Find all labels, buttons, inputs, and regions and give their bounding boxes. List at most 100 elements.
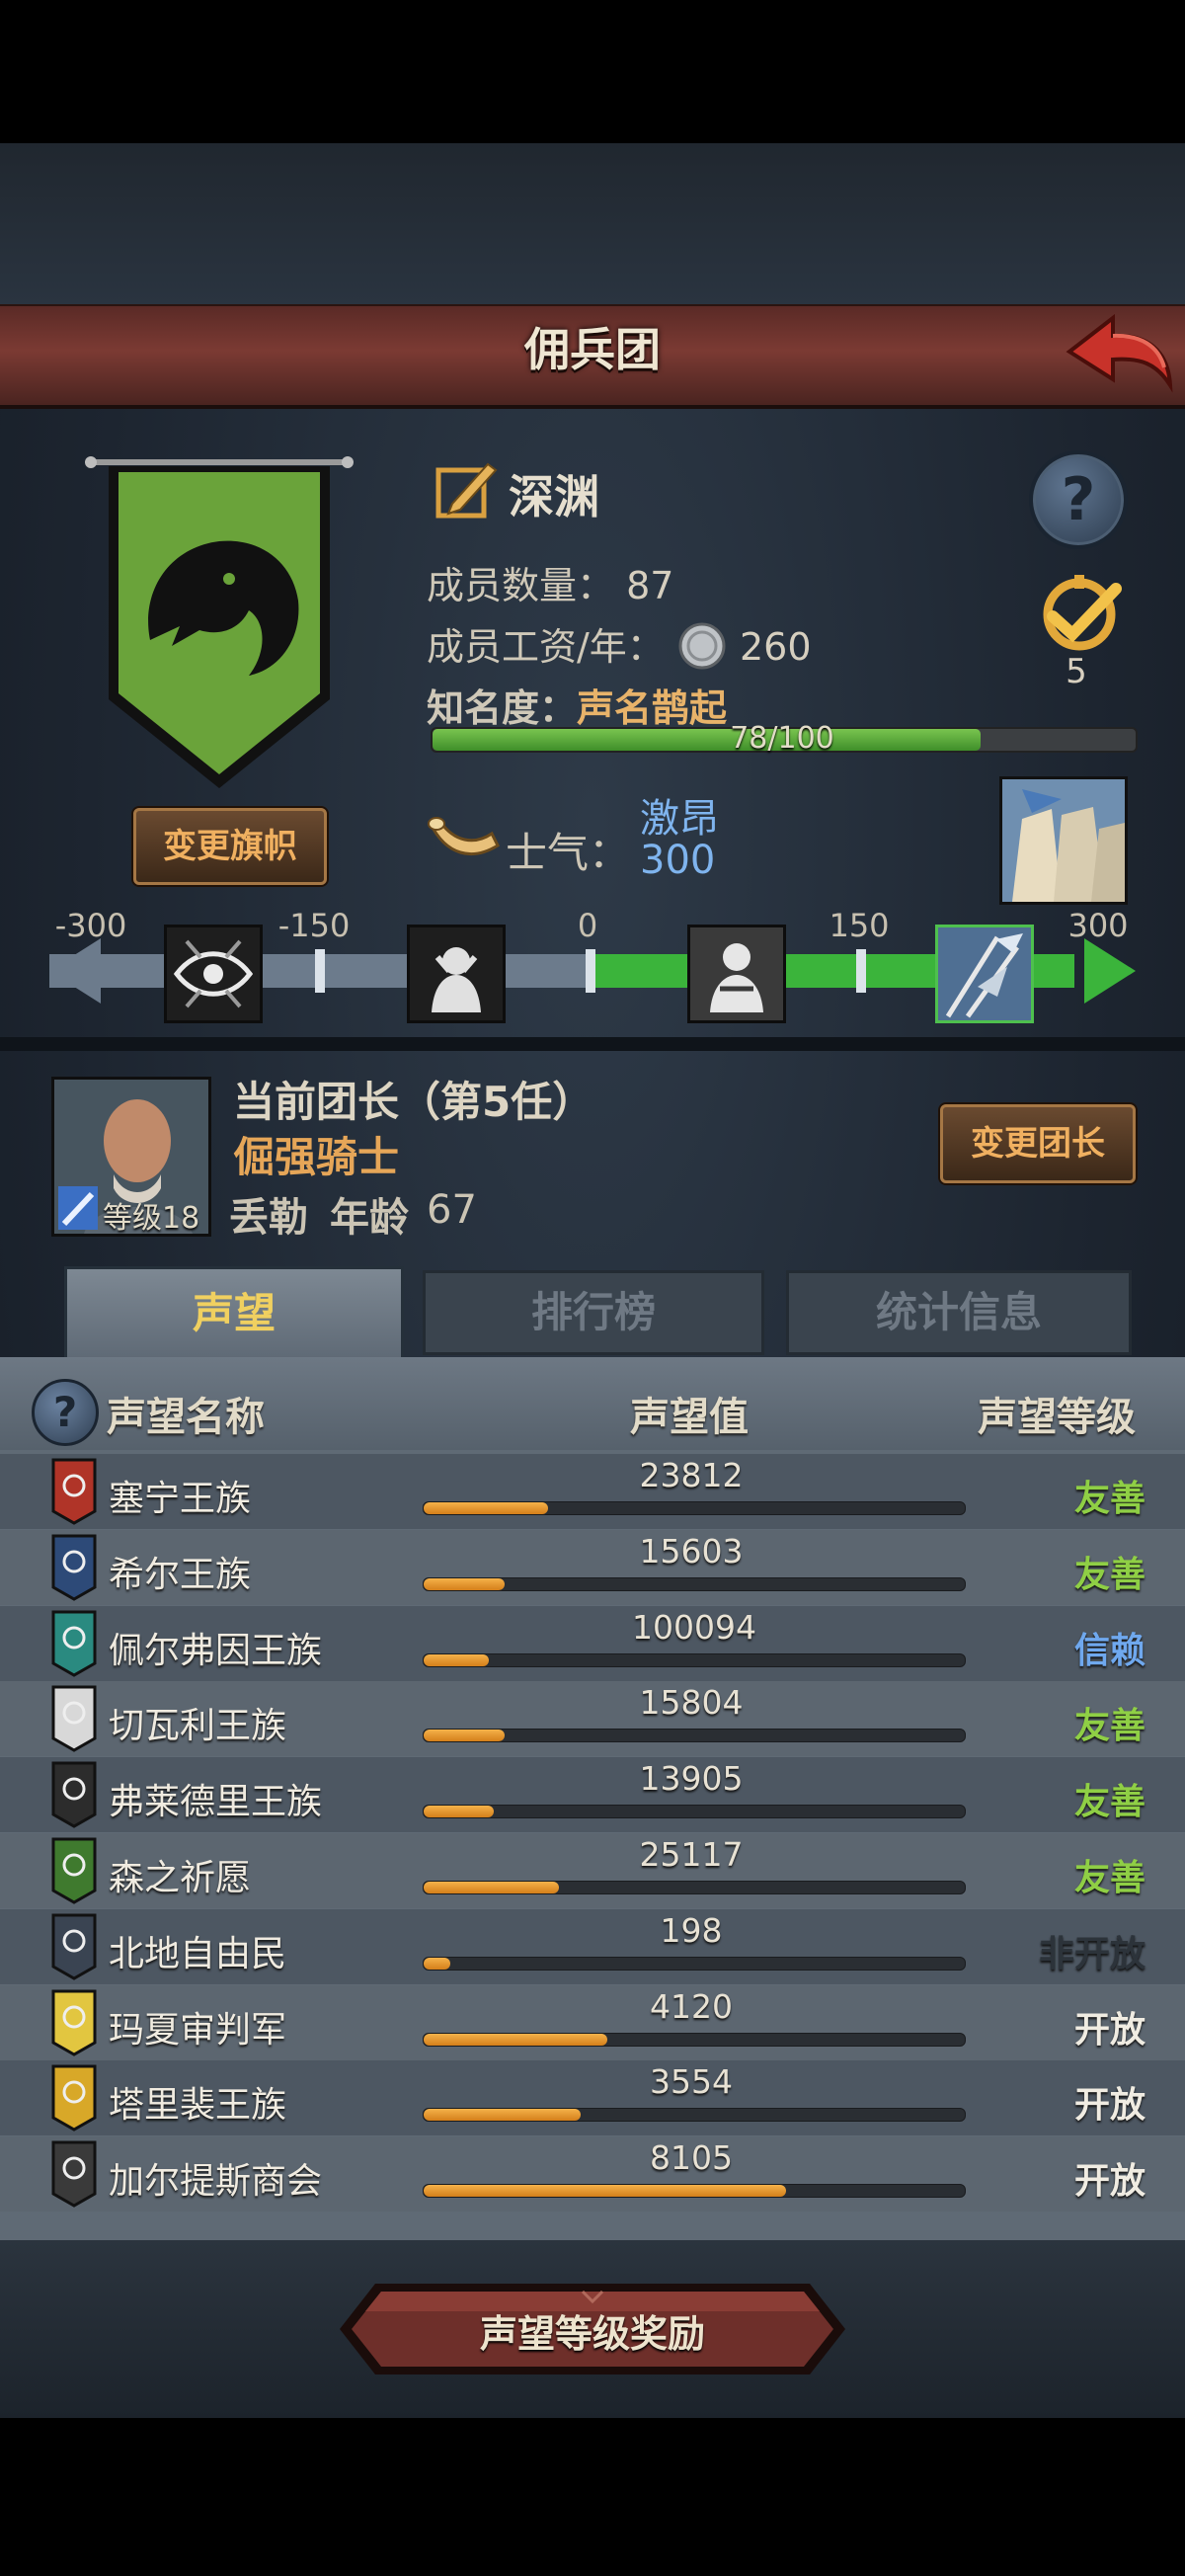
horn-icon	[428, 817, 500, 855]
members-label: 成员数量：	[427, 564, 615, 607]
reputation-level: 友善	[1073, 1782, 1146, 1822]
reputation-progress-fill	[424, 2034, 608, 2046]
table-row[interactable]: 切瓦利王族 15804 友善	[0, 1681, 1185, 1756]
table-help-button[interactable]: ?	[32, 1379, 99, 1446]
reputation-progress-bar	[423, 1501, 966, 1515]
leader-age-label: 年龄	[330, 1195, 409, 1241]
reputation-progress-fill	[424, 1958, 451, 1970]
reputation-value: 15804	[639, 1683, 744, 1722]
faction-name: 佩尔弗因王族	[109, 1631, 323, 1671]
reputation-value: 8105	[650, 2138, 733, 2177]
table-row[interactable]: 弗莱德里王族 13905 友善	[0, 1757, 1185, 1832]
faction-name: 弗莱德里王族	[109, 1782, 323, 1822]
despair-icon[interactable]	[407, 925, 506, 1023]
reputation-progress-bar	[423, 2033, 966, 2047]
reputation-progress-bar	[423, 2108, 966, 2122]
faction-name: 塔里裴王族	[109, 2085, 287, 2126]
table-row[interactable]: 加尔提斯商会 8105 开放	[0, 2136, 1185, 2212]
reputation-progress-bar	[423, 1881, 966, 1894]
salary-row: 成员工资/年： 260	[427, 616, 812, 672]
faction-name: 希尔王族	[109, 1555, 252, 1595]
faction-emblem-icon	[51, 1761, 97, 1828]
reputation-progress-fill	[424, 1882, 559, 1893]
morale-tick: -300	[54, 907, 127, 944]
fame-progress-text: 78/100	[730, 721, 834, 756]
faction-emblem-icon	[51, 1610, 97, 1677]
tab-reputation[interactable]: 声望	[64, 1266, 404, 1364]
reputation-value: 23812	[639, 1456, 744, 1494]
reputation-value: 15603	[639, 1532, 744, 1570]
leader-name: 丢勒	[229, 1195, 308, 1241]
silver-coin-icon	[678, 622, 726, 670]
table-row[interactable]: 希尔王族 15603 友善	[0, 1530, 1185, 1605]
faction-name: 玛夏审判军	[109, 2010, 287, 2051]
morale-tick: 0	[577, 907, 598, 944]
team-banner[interactable]	[81, 452, 357, 798]
reputation-value: 25117	[639, 1835, 744, 1874]
faction-emblem-icon	[51, 1685, 97, 1752]
faction-emblem-icon	[51, 1913, 97, 1980]
top-backdrop	[0, 143, 1185, 306]
morale-track-right-arrow	[1084, 938, 1136, 1004]
rank-badge-icon[interactable]	[1025, 573, 1134, 662]
back-arrow-icon[interactable]	[1062, 312, 1175, 393]
leader-level: 等级18	[103, 1201, 200, 1236]
change-flag-button[interactable]: 变更旗帜	[133, 808, 327, 885]
reputation-progress-fill	[424, 1806, 495, 1817]
change-leader-button[interactable]: 变更团长	[940, 1104, 1136, 1183]
header-value: 声望值	[630, 1395, 749, 1440]
faction-emblem-icon	[51, 2064, 97, 2132]
reputation-level: 信赖	[1073, 1631, 1146, 1671]
table-row[interactable]: 佩尔弗因王族 100094 信赖	[0, 1606, 1185, 1681]
faction-name: 北地自由民	[109, 1934, 287, 1974]
members-row: 成员数量： 87	[427, 555, 673, 609]
morale-value: 300	[640, 838, 716, 883]
morale-tick-mark	[856, 949, 866, 993]
morale-status-icon[interactable]	[999, 776, 1128, 905]
reputation-level: 开放	[1073, 2085, 1146, 2126]
faction-emblem-icon	[51, 1534, 97, 1601]
rank-number: 5	[1066, 652, 1087, 691]
morale-track-negative	[49, 954, 602, 988]
reputation-progress-fill	[424, 2109, 581, 2121]
help-button[interactable]: ?	[1029, 450, 1128, 549]
reputation-value: 13905	[639, 1759, 744, 1798]
reputation-reward-label: 声望等级奖励	[479, 2312, 705, 2356]
reputation-progress-fill	[424, 2185, 787, 2197]
eye-icon[interactable]	[164, 925, 263, 1023]
reputation-level: 开放	[1073, 2010, 1146, 2051]
reputation-progress-fill	[424, 1578, 506, 1590]
team-name: 深渊	[509, 470, 599, 523]
edit-name-icon[interactable]	[434, 456, 498, 520]
table-row[interactable]: 玛夏审判军 4120 开放	[0, 1985, 1185, 2060]
table-row[interactable]: 塔里裴王族 3554 开放	[0, 2060, 1185, 2135]
morale-tick: 300	[1067, 907, 1129, 944]
reputation-level: 友善	[1073, 1858, 1146, 1898]
table-row[interactable]: 森之祈愿 25117 友善	[0, 1833, 1185, 1908]
table-row[interactable]: 塞宁王族 23812 友善	[0, 1454, 1185, 1529]
tab-statistics[interactable]: 统计信息	[786, 1270, 1132, 1355]
reputation-level: 友善	[1073, 1555, 1146, 1595]
header-name: 声望名称	[107, 1395, 265, 1440]
section-divider	[0, 1037, 1185, 1051]
faction-emblem-icon	[51, 2140, 97, 2208]
reputation-level: 开放	[1073, 2161, 1146, 2202]
faction-emblem-icon	[51, 1837, 97, 1904]
reputation-progress-fill	[424, 1654, 489, 1666]
page-title: 佣兵团	[524, 323, 661, 376]
faction-emblem-icon	[51, 1989, 97, 2056]
tab-ranking[interactable]: 排行榜	[423, 1270, 764, 1355]
morale-tick: 150	[829, 907, 890, 944]
leader-rank: 倔强骑士	[233, 1133, 400, 1181]
faction-name: 塞宁王族	[109, 1479, 252, 1519]
morale-tick-mark	[315, 949, 325, 993]
faction-emblem-icon	[51, 1458, 97, 1525]
table-row[interactable]: 北地自由民 198 非开放	[0, 1909, 1185, 1984]
charge-icon[interactable]	[935, 925, 1034, 1023]
calm-icon[interactable]	[687, 925, 786, 1023]
header-level: 声望等级	[978, 1395, 1136, 1440]
faction-name: 加尔提斯商会	[109, 2161, 323, 2202]
morale-tick: -150	[277, 907, 351, 944]
reputation-level: 非开放	[1038, 1934, 1146, 1974]
reputation-progress-bar	[423, 1957, 966, 1971]
